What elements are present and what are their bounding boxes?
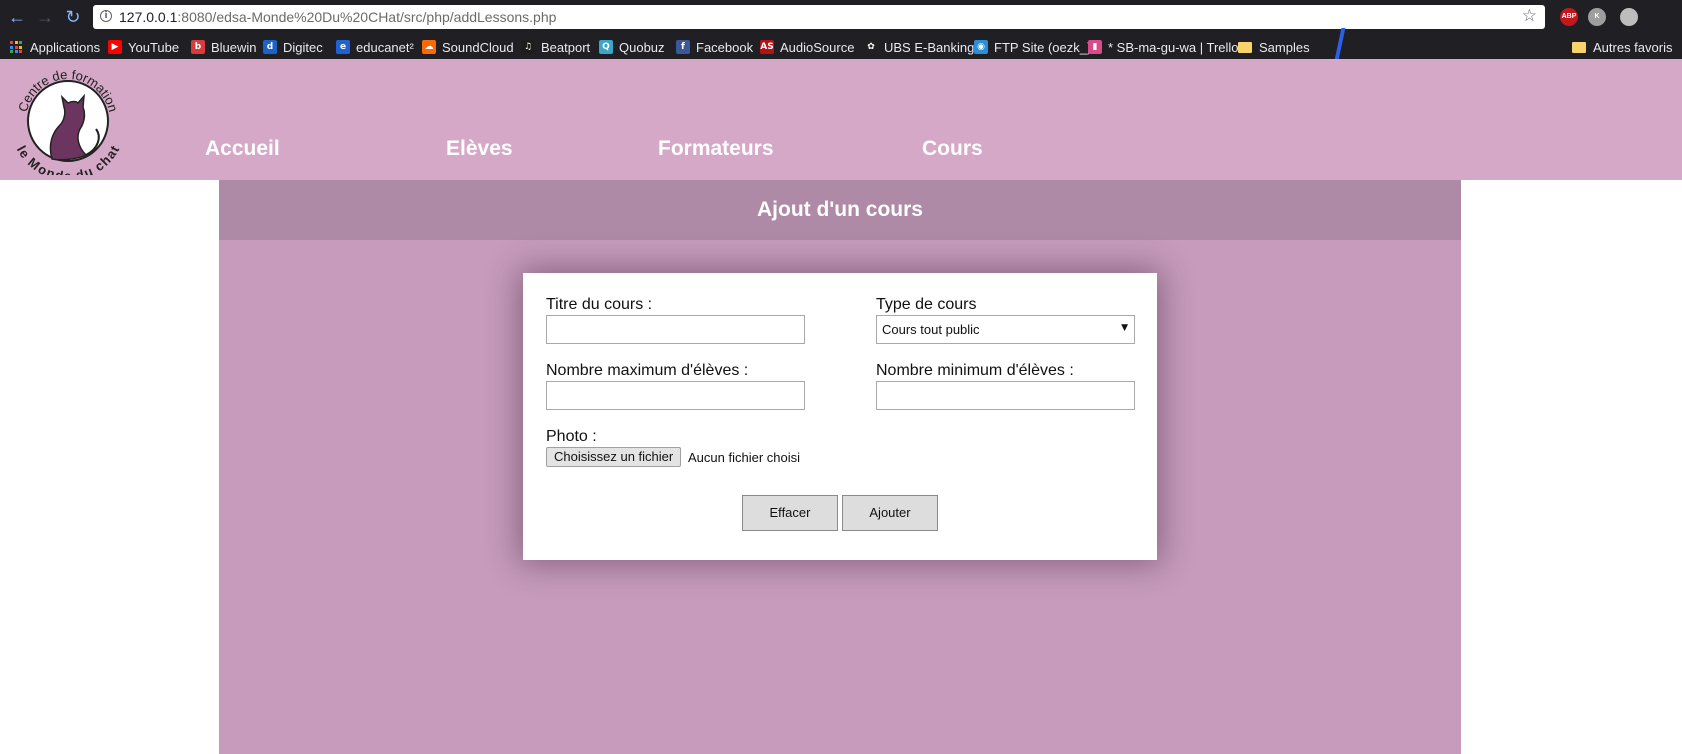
bookmark-label: Autres favoris bbox=[1593, 39, 1673, 55]
submit-button[interactable]: Ajouter bbox=[842, 495, 938, 531]
add-lesson-form: Titre du cours : Type de cours Cours tou… bbox=[523, 273, 1157, 560]
bookmark-label: Quobuz bbox=[619, 39, 665, 55]
beatport-icon: ♫ bbox=[521, 40, 535, 54]
youtube-icon: ▶ bbox=[108, 40, 122, 54]
reset-button[interactable]: Effacer bbox=[742, 495, 838, 531]
bookmark-label: AudioSource bbox=[780, 39, 855, 55]
reload-icon[interactable]: ↻ bbox=[62, 6, 84, 28]
photo-label: Photo : bbox=[546, 428, 597, 445]
trello-icon: ▮ bbox=[1088, 40, 1102, 54]
cat-logo[interactable]: Centre de formation le Monde du chat bbox=[12, 63, 124, 175]
bookmark-item[interactable]: e educanet² bbox=[336, 38, 414, 56]
bookmark-label: YouTube bbox=[128, 39, 180, 55]
site-header: Centre de formation le Monde du chat Acc… bbox=[0, 59, 1682, 180]
audiosource-icon: AS bbox=[760, 40, 774, 54]
bluewin-icon: b bbox=[191, 40, 205, 54]
bookmark-item[interactable]: d Digitec bbox=[263, 38, 323, 56]
nav-link-cours[interactable]: Cours bbox=[922, 137, 983, 161]
bookmark-label: Beatport bbox=[541, 39, 591, 55]
file-status-text: Aucun fichier choisi bbox=[688, 450, 800, 465]
site-info-icon[interactable]: i bbox=[100, 10, 112, 22]
page-title: Ajout d'un cours bbox=[757, 198, 923, 221]
ubs-icon: ✿ bbox=[864, 40, 878, 54]
choose-file-button[interactable]: Choisissez un fichier bbox=[546, 447, 682, 467]
bookmark-item[interactable]: b Bluewin bbox=[191, 38, 257, 56]
forward-arrow-icon[interactable]: → bbox=[34, 6, 56, 28]
bookmark-item[interactable]: ✿ UBS E-Banking bbox=[864, 38, 974, 56]
soundcloud-icon: ☁ bbox=[422, 40, 436, 54]
bookmark-item[interactable]: AS AudioSource bbox=[760, 38, 854, 56]
bookmark-label: UBS E-Banking bbox=[884, 39, 975, 55]
bookmark-label: Digitec bbox=[283, 39, 323, 55]
url-path: :8080/edsa-Monde%20Du%20CHat/src/php/add… bbox=[177, 9, 557, 25]
title-input[interactable] bbox=[546, 315, 805, 344]
ftp-globe-icon: ◉ bbox=[974, 40, 988, 54]
max-students-input[interactable] bbox=[546, 381, 805, 410]
type-label: Type de cours bbox=[876, 296, 977, 313]
url-text[interactable]: 127.0.0.1:8080/edsa-Monde%20Du%20CHat/sr… bbox=[119, 9, 556, 25]
bookmark-item[interactable]: ▮ * SB-ma-gu-wa | Trello bbox=[1088, 38, 1239, 56]
nav-link-eleves[interactable]: Elèves bbox=[446, 137, 513, 161]
folder-icon bbox=[1572, 41, 1586, 53]
back-arrow-icon[interactable]: ← bbox=[6, 6, 28, 28]
bookmark-other-favorites[interactable]: Autres favoris bbox=[1572, 38, 1672, 56]
max-students-label: Nombre maximum d'élèves : bbox=[546, 362, 749, 379]
digitec-icon: d bbox=[263, 40, 277, 54]
nav-link-formateurs[interactable]: Formateurs bbox=[658, 137, 774, 161]
address-bar[interactable]: i 127.0.0.1:8080/edsa-Monde%20Du%20CHat/… bbox=[93, 5, 1545, 29]
k-extension-icon[interactable]: K bbox=[1588, 8, 1606, 26]
bookmark-label: SoundCloud bbox=[442, 39, 514, 55]
bookmark-item[interactable]: f Facebook bbox=[676, 38, 753, 56]
ghost-extension-icon[interactable] bbox=[1620, 8, 1638, 26]
apps-grid-icon bbox=[10, 41, 22, 53]
bookmark-label: FTP Site (oezk_) bbox=[994, 39, 1092, 55]
browser-toolbar: ← → ↻ i 127.0.0.1:8080/edsa-Monde%20Du%2… bbox=[0, 0, 1682, 34]
dropdown-arrow-icon: ▼ bbox=[1121, 323, 1128, 333]
type-select[interactable]: Cours tout public ▼ bbox=[876, 315, 1135, 344]
url-host: 127.0.0.1 bbox=[119, 9, 178, 25]
bookmarks-bar: Applications ▶ YouTube b Bluewin d Digitec e edu… bbox=[0, 34, 1682, 59]
bookmark-item[interactable]: ☁ SoundCloud bbox=[422, 38, 514, 56]
bookmark-label: Facebook bbox=[696, 39, 754, 55]
bookmark-label: Bluewin bbox=[211, 39, 257, 55]
bookmark-item[interactable]: ◉ FTP Site (oezk_) bbox=[974, 38, 1091, 56]
content-area: Ajout d'un cours Titre du cours : Type d… bbox=[219, 180, 1461, 754]
type-select-value: Cours tout public bbox=[882, 322, 980, 337]
bookmark-label: educanet² bbox=[356, 39, 414, 55]
bookmark-item[interactable]: Samples bbox=[1238, 38, 1310, 56]
title-label: Titre du cours : bbox=[546, 296, 653, 313]
content-title-bar: Ajout d'un cours bbox=[219, 180, 1461, 240]
bookmark-item[interactable]: ▶ YouTube bbox=[108, 38, 179, 56]
bookmark-item[interactable]: Applications bbox=[10, 38, 100, 56]
bookmark-label: Applications bbox=[30, 39, 101, 55]
quobuz-icon: Q bbox=[599, 40, 613, 54]
bookmark-item[interactable]: ♫ Beatport bbox=[521, 38, 590, 56]
adblock-plus-icon[interactable]: ABP bbox=[1560, 8, 1578, 26]
nav-link-accueil[interactable]: Accueil bbox=[205, 137, 280, 161]
educanet-icon: e bbox=[336, 40, 350, 54]
folder-icon bbox=[1238, 41, 1252, 53]
bookmark-item[interactable]: Q Quobuz bbox=[599, 38, 665, 56]
bookmark-star-icon[interactable]: ☆ bbox=[1522, 6, 1537, 26]
min-students-input[interactable] bbox=[876, 381, 1135, 410]
bookmark-label: * SB-ma-gu-wa | Trello bbox=[1108, 39, 1239, 55]
min-students-label: Nombre minimum d'élèves : bbox=[876, 362, 1074, 379]
facebook-icon: f bbox=[676, 40, 690, 54]
bookmark-label: Samples bbox=[1259, 39, 1310, 55]
